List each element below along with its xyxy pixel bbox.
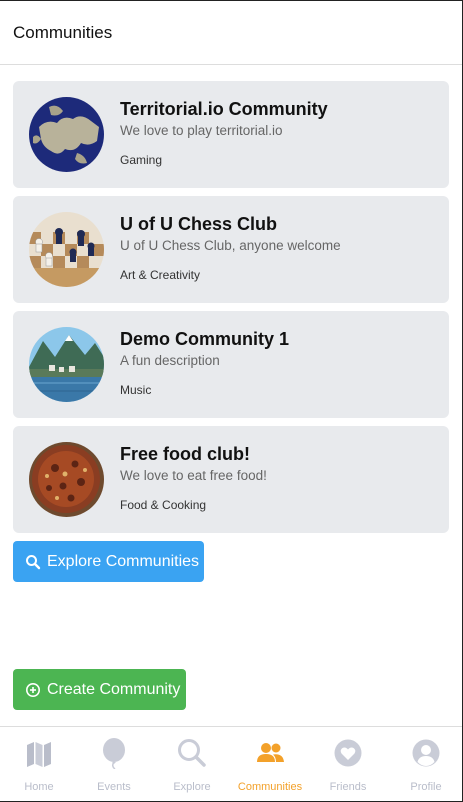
community-description: U of U Chess Club, anyone welcome <box>120 238 341 253</box>
community-category: Gaming <box>120 153 163 167</box>
plus-circle-icon <box>25 682 41 698</box>
create-community-label: Create Community <box>47 680 181 698</box>
app-header: Communities <box>0 0 463 65</box>
create-community-button[interactable]: Create Community <box>13 669 186 710</box>
community-avatar-pizza-image <box>29 442 104 517</box>
balloon-icon <box>98 737 130 770</box>
heart-icon <box>332 737 364 769</box>
tab-explore[interactable]: Explore <box>153 727 231 802</box>
bottom-tab-bar: Home Events Explore Communities Friends … <box>0 726 463 802</box>
community-avatar-lakeside-village-image <box>29 327 104 402</box>
community-description: We love to eat free food! <box>120 468 267 483</box>
search-icon <box>176 737 208 769</box>
community-category: Food & Cooking <box>120 498 207 512</box>
tab-label: Communities <box>237 781 303 793</box>
community-category: Music <box>120 383 152 397</box>
search-icon <box>25 554 41 570</box>
community-list: Territorial.io Community We love to play… <box>13 81 449 541</box>
community-card[interactable]: Free food club! We love to eat free food… <box>13 426 449 533</box>
community-card[interactable]: U of U Chess Club U of U Chess Club, any… <box>13 196 449 303</box>
community-card[interactable]: Territorial.io Community We love to play… <box>13 81 449 188</box>
users-icon <box>254 737 286 769</box>
tab-home[interactable]: Home <box>0 727 78 802</box>
community-card[interactable]: Demo Community 1 A fun description Music <box>13 311 449 418</box>
tab-communities[interactable]: Communities <box>231 727 309 802</box>
community-name: Demo Community 1 <box>120 329 290 349</box>
community-avatar-europe-map-image <box>29 97 104 172</box>
community-name: U of U Chess Club <box>120 214 278 234</box>
community-description: A fun description <box>120 353 220 368</box>
tab-friends[interactable]: Friends <box>309 727 387 802</box>
community-name: Free food club! <box>120 444 250 464</box>
tab-label: Explore <box>173 781 211 793</box>
tab-events[interactable]: Events <box>75 727 153 802</box>
page-title: Communities <box>13 23 113 42</box>
tab-label: Friends <box>329 781 367 793</box>
explore-communities-label: Explore Communities <box>47 552 200 570</box>
explore-communities-button[interactable]: Explore Communities <box>13 541 204 582</box>
community-category: Art & Creativity <box>120 268 201 282</box>
community-description: We love to play territorial.io <box>120 123 283 138</box>
tab-profile[interactable]: Profile <box>387 727 463 802</box>
profile-icon <box>410 737 442 769</box>
tab-label: Home <box>24 781 54 793</box>
community-name: Territorial.io Community <box>120 99 328 119</box>
tab-label: Profile <box>410 781 442 793</box>
tab-label: Events <box>97 781 131 793</box>
map-icon <box>23 737 55 769</box>
community-avatar-chessboard-image <box>29 212 104 287</box>
